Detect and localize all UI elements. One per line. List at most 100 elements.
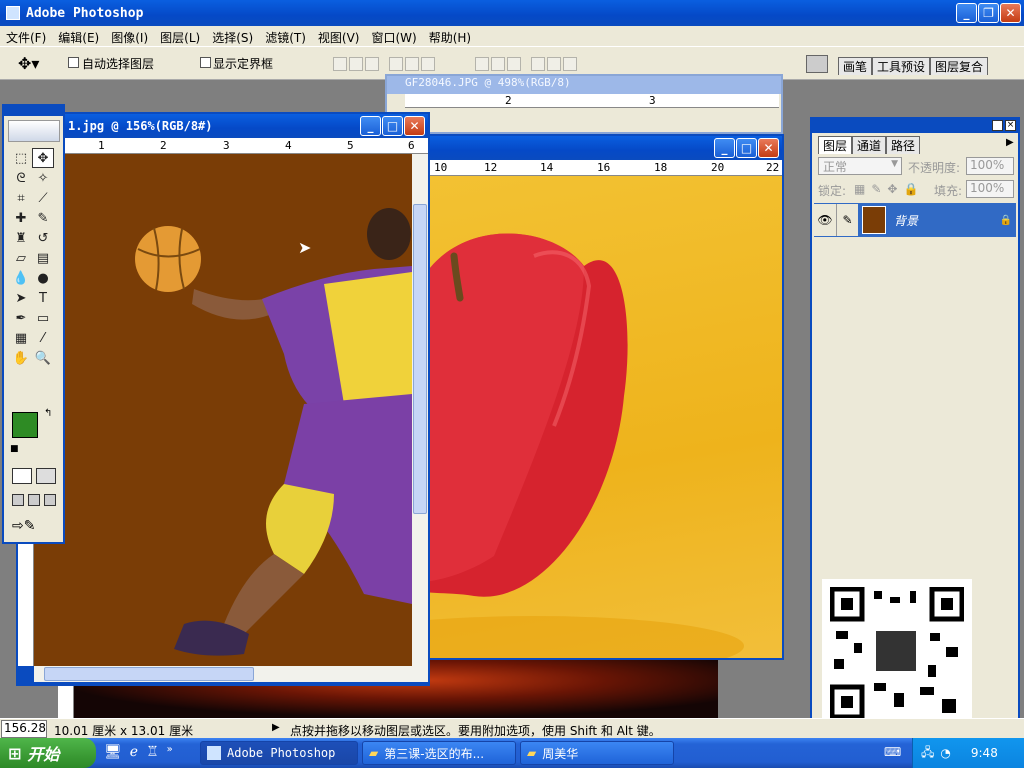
shape-tool-icon[interactable]: ▭ — [32, 308, 54, 328]
panel-menu-arrow-icon[interactable]: ▶ — [1006, 137, 1014, 148]
doc-1jpg-vscrollbar[interactable] — [412, 154, 428, 666]
standard-mode-icon[interactable] — [12, 468, 32, 484]
layers-panel-tabs: 图层 通道 路径 — [818, 136, 921, 154]
menu-window[interactable]: 窗口(W) — [371, 29, 416, 45]
align-hcenter-icon[interactable] — [405, 56, 419, 71]
slice-tool-icon[interactable]: ⟋ — [32, 188, 54, 208]
palette-tab-layer-comps[interactable]: 图层复合 — [930, 57, 989, 75]
gradient-tool-icon[interactable]: ▤ — [32, 248, 54, 268]
eraser-tool-icon[interactable]: ▱ — [10, 248, 32, 268]
menu-file[interactable]: 文件(F) — [6, 29, 46, 45]
align-vcenter-icon[interactable] — [349, 56, 363, 71]
show-desktop-icon[interactable]: 🖥 — [104, 744, 122, 760]
align-top-icon[interactable] — [333, 56, 347, 71]
file-browser-icon[interactable] — [806, 55, 828, 73]
doc-1jpg-maximize-icon[interactable]: □ — [382, 116, 403, 136]
doc-apple-minimize-icon[interactable]: _ — [714, 138, 735, 158]
blend-mode-select[interactable]: 正常 ▼ — [818, 157, 902, 175]
distribute-hcenter-icon[interactable] — [547, 56, 561, 71]
align-bottom-icon[interactable] — [365, 56, 379, 71]
move-tool-icon[interactable]: ✥ — [32, 148, 54, 168]
marquee-tool-icon[interactable]: ⬚ — [10, 148, 32, 168]
type-tool-icon[interactable]: T — [32, 288, 54, 308]
move-tool-icon[interactable]: ✥▾ — [18, 54, 39, 73]
dodge-tool-icon[interactable]: ● — [32, 268, 54, 288]
menu-help[interactable]: 帮助(H) — [429, 29, 471, 45]
layers-panel-minimize-icon[interactable] — [992, 120, 1003, 131]
doc-1jpg-minimize-icon[interactable]: _ — [360, 116, 381, 136]
jump-to-imageready-icon[interactable]: ⇨✎ — [12, 518, 58, 536]
doc-1jpg-hscrollbar[interactable] — [34, 666, 428, 682]
distribute-vcenter-icon[interactable] — [491, 56, 505, 71]
status-arrow-icon[interactable]: ▶ — [272, 722, 280, 733]
zoom-field[interactable]: 156.28% — [1, 720, 47, 738]
quick-mask-icon[interactable] — [36, 468, 56, 484]
history-brush-icon[interactable]: ↺ — [32, 228, 54, 248]
foreground-color-swatch[interactable] — [12, 412, 38, 438]
brush-tool-icon[interactable]: ✎ — [32, 208, 54, 228]
keyboard-icon[interactable]: ⌨ — [884, 745, 901, 759]
lock-image-icon[interactable]: ✎ — [871, 182, 881, 196]
fill-field[interactable]: 100% — [966, 180, 1014, 198]
distribute-bottom-icon[interactable] — [507, 56, 521, 71]
more-chevron-icon[interactable]: » — [167, 744, 173, 760]
default-colors-icon[interactable]: ■ — [10, 444, 19, 454]
palette-tab-tool-presets[interactable]: 工具预设 — [872, 57, 931, 75]
menu-layer[interactable]: 图层(L) — [160, 29, 200, 45]
clone-stamp-icon[interactable]: ♜ — [10, 228, 32, 248]
taskbar-window-folder[interactable]: ▰ 周美华 — [520, 741, 674, 765]
blur-tool-icon[interactable]: 💧 — [10, 268, 32, 288]
menu-filter[interactable]: 滤镜(T) — [265, 29, 306, 45]
doc-1jpg-close-icon[interactable]: ✕ — [404, 116, 425, 136]
path-select-icon[interactable]: ➤ — [10, 288, 32, 308]
auto-select-checkbox[interactable] — [68, 57, 79, 68]
network-icon[interactable]: 🖧 — [921, 743, 934, 764]
volume-icon[interactable]: ◔ — [940, 746, 950, 760]
close-icon[interactable]: ✕ — [1000, 3, 1021, 23]
zoom-tool-icon[interactable]: 🔍 — [32, 348, 54, 368]
layer-row-background[interactable]: 👁 ✎ 背景 🔒 — [814, 203, 1016, 237]
taskbar-window-photoshop[interactable]: Adobe Photoshop — [200, 741, 358, 765]
show-bounds-checkbox[interactable] — [200, 57, 211, 68]
swap-colors-icon[interactable]: ↰ — [44, 408, 52, 419]
photoshop-feather-icon[interactable] — [8, 120, 60, 142]
scroll-thumb[interactable] — [413, 204, 427, 514]
pen-tool-icon[interactable]: ✒ — [10, 308, 32, 328]
app-quicklaunch-icon[interactable]: ♖ — [146, 744, 159, 760]
lock-transparency-icon[interactable]: ▦ — [854, 182, 865, 196]
lock-position-icon[interactable]: ✥ — [887, 182, 897, 196]
notes-tool-icon[interactable]: ▦ — [10, 328, 32, 348]
lasso-tool-icon[interactable]: ᘓ — [10, 168, 32, 188]
doc-apple-close-icon[interactable]: ✕ — [758, 138, 779, 158]
distribute-right-icon[interactable] — [563, 56, 577, 71]
scroll-thumb[interactable] — [44, 667, 254, 681]
ie-icon[interactable]: ℯ — [130, 744, 138, 760]
tab-paths[interactable]: 路径 — [886, 136, 921, 154]
menu-edit[interactable]: 编辑(E) — [58, 29, 99, 45]
tab-channels[interactable]: 通道 — [852, 136, 887, 154]
screen-mode-icons[interactable] — [12, 494, 58, 508]
opacity-field[interactable]: 100% — [966, 157, 1014, 175]
minimize-icon[interactable]: _ — [956, 3, 977, 23]
menu-view[interactable]: 视图(V) — [318, 29, 360, 45]
palette-tab-brushes[interactable]: 画笔 — [838, 57, 873, 75]
magic-wand-icon[interactable]: ✧ — [32, 168, 54, 188]
lock-all-icon[interactable]: 🔒 — [903, 182, 918, 196]
tab-layers[interactable]: 图层 — [818, 136, 853, 154]
eyedropper-icon[interactable]: ⁄ — [32, 328, 54, 348]
crop-tool-icon[interactable]: ⌗ — [10, 188, 32, 208]
healing-brush-icon[interactable]: ✚ — [10, 208, 32, 228]
menu-image[interactable]: 图像(I) — [111, 29, 148, 45]
doc-apple-maximize-icon[interactable]: □ — [736, 138, 757, 158]
distribute-left-icon[interactable] — [531, 56, 545, 71]
layers-panel-close-icon[interactable]: × — [1005, 120, 1016, 131]
eye-icon[interactable]: 👁 — [814, 204, 836, 236]
align-left-icon[interactable] — [389, 56, 403, 71]
hand-tool-icon[interactable]: ✋ — [10, 348, 32, 368]
taskbar-window-lesson3[interactable]: ▰ 第三课-选区的布... — [362, 741, 516, 765]
distribute-top-icon[interactable] — [475, 56, 489, 71]
start-button[interactable]: ⊞ 开始 — [0, 738, 96, 768]
menu-select[interactable]: 选择(S) — [212, 29, 253, 45]
restore-icon[interactable]: ❐ — [978, 3, 999, 23]
align-right-icon[interactable] — [421, 56, 435, 71]
